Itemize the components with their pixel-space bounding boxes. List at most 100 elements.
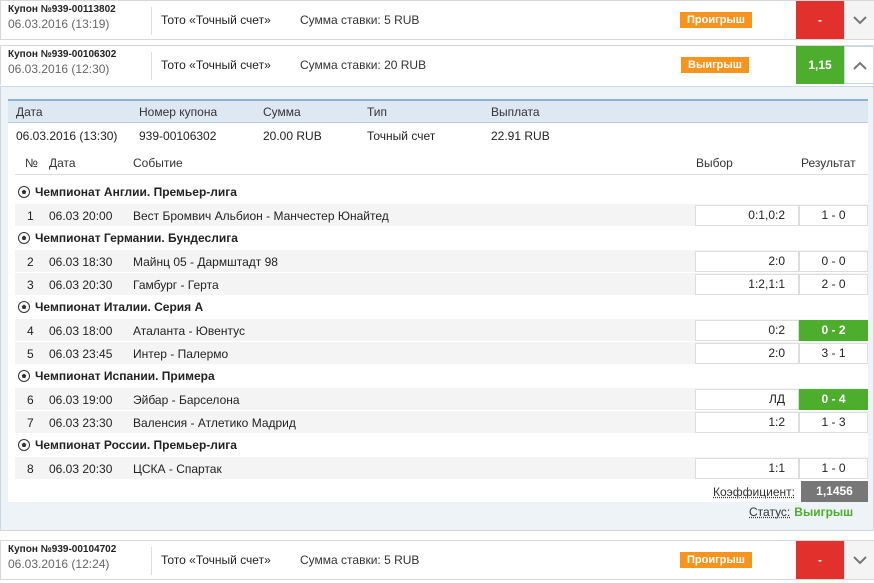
expand-toggle-button[interactable] [844,541,874,579]
status-badge: Выигрыш [681,57,749,73]
coupon-id: Купон №939-00106302 [8,49,117,60]
events-header-event: Событие [133,156,183,170]
status-value: Выигрыш [794,505,854,519]
league-header: Чемпионат Германии. Бундеслига [15,227,868,249]
event-match: Гамбург - Герта [133,278,219,292]
summary-coupon: 939-00106302 [139,129,217,143]
summary-header-amount: Сумма [263,105,301,119]
event-row: 7 06.03 23:30 Валенсия - Атлетико Мадрид… [15,411,868,434]
summary-header-date: Дата [16,105,43,119]
summary-amount: 20.00 RUB [263,129,322,143]
soccer-ball-icon [18,370,30,382]
league-header: Чемпионат Испании. Примера [15,365,868,387]
divider [151,52,152,80]
event-date: 06.03 18:30 [49,255,113,269]
event-number: 7 [27,416,34,430]
events-header-date: Дата [49,156,76,170]
summary-row: 06.03.2016 (13:30) 939-00106302 20.00 RU… [8,123,868,147]
events-header: № Дата Событие Выбор Результат [15,151,868,175]
events-header-number: № [25,156,38,170]
event-match: Вест Бромвич Альбион - Манчестер Юнайтед [133,209,389,223]
coupon-row[interactable]: Купон №939-00113802 06.03.2016 (13:19) Т… [0,0,874,40]
league-header: Чемпионат Англии. Премьер-лига [15,181,868,203]
coefficient-label: Коэффициент: [713,485,795,499]
status-badge: Проигрыш [680,12,752,28]
event-date: 06.03 20:30 [49,278,113,292]
event-result: 1 - 0 [799,205,868,226]
event-match: Валенсия - Атлетико Мадрид [133,416,296,430]
coupon-coefficient: - [796,541,844,579]
event-row: 5 06.03 23:45 Интер - Палермо 2:0 3 - 1 [15,342,868,365]
event-pick: 2:0 [695,251,799,272]
coupon-date: 06.03.2016 (12:24) [8,557,110,571]
event-pick: 1:2,1:1 [695,274,799,295]
event-pick: ЛД [695,389,799,410]
event-row: 4 06.03 18:00 Аталанта - Ювентус 0:2 0 -… [15,319,868,342]
chevron-down-icon [853,16,867,25]
soccer-ball-icon [18,232,30,244]
coupon-type: Тото «Точный счет» [161,13,271,27]
summary-header-type: Тип [367,105,388,119]
event-number: 2 [27,255,34,269]
summary-header: Дата Номер купона Сумма Тип Выплата [8,101,868,123]
event-number: 5 [27,347,34,361]
soccer-ball-icon [18,439,30,451]
coupon-row[interactable]: Купон №939-00104702 06.03.2016 (12:24) Т… [0,540,874,580]
coupon-date: 06.03.2016 (12:30) [8,62,110,76]
event-result: 0 - 0 [799,251,868,272]
coupon-coefficient: - [796,1,844,39]
soccer-ball-icon [18,186,30,198]
coupon-details-panel: Дата Номер купона Сумма Тип Выплата 06.0… [0,86,874,531]
event-result: 0 - 2 [799,320,868,341]
summary-payout: 22.91 RUB [491,129,550,143]
event-result: 2 - 0 [799,274,868,295]
coupon-type: Тото «Точный счет» [161,553,271,567]
event-row: 6 06.03 19:00 Эйбар - Барселона ЛД 0 - 4 [15,388,868,411]
coupon-id: Купон №939-00104702 [8,544,117,555]
event-date: 06.03 23:45 [49,347,113,361]
divider [151,7,152,35]
event-match: ЦСКА - Спартак [133,462,222,476]
chevron-up-icon [853,61,867,70]
event-row: 3 06.03 20:30 Гамбург - Герта 1:2,1:1 2 … [15,273,868,296]
league-name: Чемпионат Италии. Серия А [35,300,204,314]
coupon-row[interactable]: Купон №939-00106302 06.03.2016 (12:30) Т… [0,45,874,85]
event-number: 1 [27,209,34,223]
divider [151,547,152,575]
event-date: 06.03 18:00 [49,324,113,338]
event-number: 3 [27,278,34,292]
coupon-type: Тото «Точный счет» [161,58,271,72]
league-name: Чемпионат Англии. Премьер-лига [35,185,237,199]
event-date: 06.03 20:30 [49,462,113,476]
coupon-stake: Сумма ставки: 5 RUB [300,553,420,567]
coefficient-value: 1,1456 [801,481,868,502]
status-label: Статус: [749,505,791,519]
league-header: Чемпионат Италии. Серия А [15,296,868,318]
status-line: Статус: Выигрыш [749,505,853,519]
event-result: 1 - 3 [799,412,868,433]
event-number: 8 [27,462,34,476]
coupon-date: 06.03.2016 (13:19) [8,17,110,31]
event-number: 4 [27,324,34,338]
summary-type: Точный счет [367,129,436,143]
event-row: 2 06.03 18:30 Майнц 05 - Дармштадт 98 2:… [15,250,868,273]
event-pick: 1:2 [695,412,799,433]
event-row: 8 06.03 20:30 ЦСКА - Спартак 1:1 1 - 0 [15,457,868,480]
expand-toggle-button[interactable] [844,1,874,39]
event-date: 06.03 19:00 [49,393,113,407]
summary-date: 06.03.2016 (13:30) [16,129,118,143]
soccer-ball-icon [18,301,30,313]
collapse-toggle-button[interactable] [844,46,874,84]
coefficient-line: Коэффициент: 1,1456 [8,481,868,503]
event-date: 06.03 23:30 [49,416,113,430]
coupon-id: Купон №939-00113802 [8,4,116,15]
event-pick: 1:1 [695,458,799,479]
event-pick: 0:1,0:2 [695,205,799,226]
event-number: 6 [27,393,34,407]
event-match: Аталанта - Ювентус [133,324,245,338]
event-match: Интер - Палермо [133,347,229,361]
event-pick: 2:0 [695,343,799,364]
event-result: 1 - 0 [799,458,868,479]
event-date: 06.03 20:00 [49,209,113,223]
league-name: Чемпионат Испании. Примера [35,369,215,383]
